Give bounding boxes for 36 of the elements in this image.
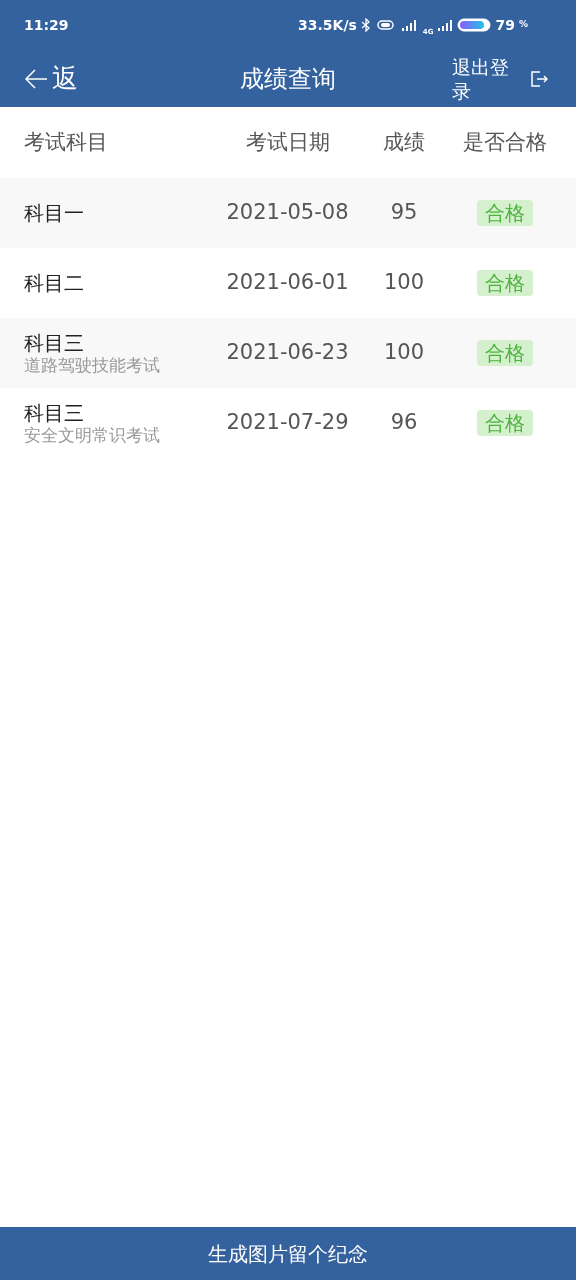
score: 96 (390, 410, 418, 435)
subject-description: 道路驾驶技能考试 (24, 355, 161, 375)
pass-badge: 合格 (476, 199, 533, 226)
column-header: 考试科目 (24, 129, 108, 154)
pass-badge: 合格 (476, 269, 533, 296)
column-header: 考试日期 (245, 129, 330, 154)
back-arrow-icon (24, 68, 48, 89)
exam-date: 2021-06-01 (226, 270, 349, 295)
score: 100 (383, 340, 425, 365)
battery-icon (457, 18, 492, 32)
signal-icon (437, 19, 454, 31)
generate-image-button[interactable]: 生成图片留个纪念 (0, 1227, 576, 1280)
pass-badge: 合格 (476, 339, 533, 366)
logout-button[interactable]: 退出登录 (452, 54, 552, 103)
signal-icon (400, 19, 419, 31)
subject-name: 科目三 (24, 331, 85, 355)
subject-name: 科目三 (24, 401, 85, 425)
bluetooth-icon (360, 18, 371, 32)
exam-date: 2021-07-29 (226, 410, 349, 435)
status-time: 11:29 (24, 15, 69, 35)
back-button[interactable]: 返 (24, 59, 124, 98)
logout-icon (530, 69, 548, 88)
subject-name: 科目二 (24, 271, 85, 295)
network-speed: 33.5K/s (298, 15, 357, 35)
pass-badge: 合格 (476, 409, 533, 436)
column-header: 成绩 (383, 129, 425, 154)
subject-name: 科目一 (24, 201, 85, 225)
exam-date: 2021-05-08 (226, 200, 349, 225)
battery-percent: 79 (495, 15, 515, 35)
subject-description: 安全文明常识考试 (24, 425, 161, 445)
page-title: 成绩查询 (239, 63, 337, 95)
score: 95 (390, 200, 418, 225)
exam-date: 2021-06-23 (226, 340, 349, 365)
score: 100 (383, 270, 425, 295)
percent-sign: % (518, 18, 528, 32)
column-header: 是否合格 (462, 129, 547, 154)
